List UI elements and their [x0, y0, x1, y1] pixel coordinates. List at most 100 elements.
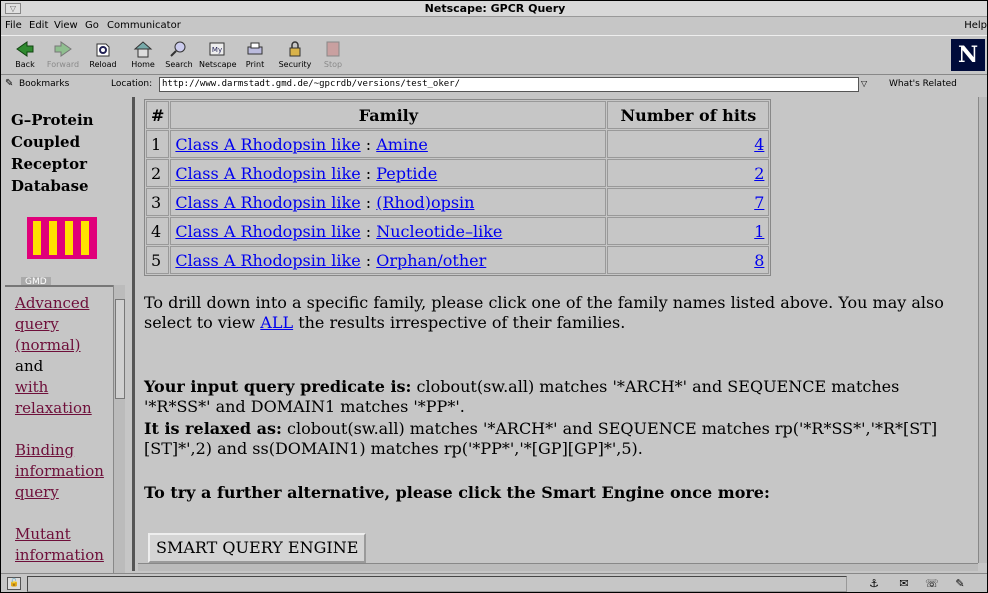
sidebar-scroll-thumb[interactable] [115, 299, 125, 399]
reload-button[interactable]: Reload [85, 38, 121, 74]
menu-edit[interactable]: Edit [29, 20, 48, 31]
family-cell: Class A Rhodopsin like : Nucleotide–like [170, 217, 607, 245]
security-label: Security [278, 60, 312, 69]
drill-text-after: the results irrespective of their famili… [293, 313, 626, 332]
table-header-row: # Family Number of hits [146, 101, 770, 129]
main-content-frame: # Family Number of hits 1 Class A Rhodop… [138, 97, 978, 563]
stop-button[interactable]: Stop [315, 38, 351, 74]
subfamily-link[interactable]: Peptide [376, 164, 437, 183]
sidebar-scrollbar[interactable] [113, 285, 125, 575]
left-navigation-frame: G–Protein Coupled Receptor Database GMD … [5, 97, 135, 575]
hits-cell: 4 [607, 130, 770, 158]
menu-go[interactable]: Go [85, 20, 99, 31]
col-header-family: Family [170, 101, 607, 129]
security-status-icon[interactable]: 🔓 [7, 577, 21, 590]
status-bar: 🔓 ⚓ ✉ ☏ ✎ [1, 573, 987, 592]
sidebar-link-relaxation[interactable]: with relaxation [15, 377, 92, 419]
mail-component-icon[interactable]: ✉ [893, 576, 915, 592]
hits-link[interactable]: 7 [754, 193, 764, 212]
class-link[interactable]: Class A Rhodopsin like [175, 222, 360, 241]
security-button[interactable]: Security [277, 38, 313, 74]
subfamily-link[interactable]: Nucleotide–like [376, 222, 502, 241]
window-title: Netscape: GPCR Query [424, 2, 566, 15]
gpcr-logo-icon [27, 217, 97, 259]
menu-communicator[interactable]: Communicator [107, 20, 181, 31]
forward-arrow-icon [54, 41, 72, 57]
family-cell: Class A Rhodopsin like : (Rhod)opsin [170, 188, 607, 216]
database-title: G–Protein Coupled Receptor Database [11, 111, 94, 195]
navigation-toolbar: Back Forward Reload Home Search My Netsc… [1, 35, 987, 75]
stop-icon [326, 41, 340, 57]
further-alternative-text: To try a further alternative, please cli… [144, 483, 770, 502]
class-link[interactable]: Class A Rhodopsin like [175, 251, 360, 270]
main-vertical-scrollbar[interactable] [978, 97, 987, 563]
subfamily-link[interactable]: Amine [376, 135, 428, 154]
class-link[interactable]: Class A Rhodopsin like [175, 193, 360, 212]
bookmarks-icon: ✎ [5, 78, 14, 89]
family-separator: : [360, 163, 377, 183]
search-label: Search [165, 60, 193, 69]
row-number: 4 [146, 217, 170, 245]
location-label: Location: [111, 79, 153, 89]
family-cell: Class A Rhodopsin like : Orphan/other [170, 246, 607, 274]
sidebar-link-advanced-query[interactable]: Advanced query (normal) [15, 293, 89, 356]
menu-bar: File Edit View Go Communicator Help [1, 18, 987, 34]
row-number: 2 [146, 159, 170, 187]
family-cell: Class A Rhodopsin like : Peptide [170, 159, 607, 187]
print-label: Print [245, 60, 265, 69]
netscape-button[interactable]: My Netscape [199, 38, 237, 74]
table-row: 4 Class A Rhodopsin like : Nucleotide–li… [146, 217, 770, 245]
row-number: 5 [146, 246, 170, 274]
view-all-link[interactable]: ALL [260, 313, 293, 332]
hits-link[interactable]: 8 [754, 251, 764, 270]
table-row: 1 Class A Rhodopsin like : Amine 4 [146, 130, 770, 158]
subfamily-link[interactable]: Orphan/other [376, 251, 486, 270]
query-predicate-text: Your input query predicate is: clobout(s… [144, 377, 964, 417]
svg-text:My: My [212, 46, 222, 54]
discussion-component-icon[interactable]: ☏ [921, 576, 943, 592]
sidebar-text-and: and [15, 357, 44, 375]
drill-down-instructions: To drill down into a specific family, pl… [144, 293, 964, 333]
predicate-label: Your input query predicate is: [144, 377, 412, 396]
hits-link[interactable]: 2 [754, 164, 764, 183]
search-button[interactable]: Search [161, 38, 197, 74]
class-link[interactable]: Class A Rhodopsin like [175, 135, 360, 154]
navigator-component-icon[interactable]: ⚓ [863, 576, 885, 592]
composer-component-icon[interactable]: ✎ [949, 576, 971, 592]
sidebar-link-mutant-info[interactable]: Mutant information [15, 524, 104, 566]
col-header-number: # [146, 101, 170, 129]
status-text-field [27, 576, 847, 592]
sidebar-links: Advanced query (normal) and with relaxat… [5, 285, 123, 575]
bookmarks-button[interactable]: Bookmarks [19, 79, 69, 89]
row-number: 3 [146, 188, 170, 216]
back-arrow-icon [16, 41, 34, 57]
col-header-hits: Number of hits [607, 101, 770, 129]
hits-cell: 2 [607, 159, 770, 187]
back-button[interactable]: Back [7, 38, 43, 74]
print-button[interactable]: Print [237, 38, 273, 74]
menu-file[interactable]: File [5, 20, 22, 31]
smart-query-engine-button[interactable]: SMART QUERY ENGINE [148, 533, 367, 563]
sidebar-link-binding-query[interactable]: Binding information query [15, 440, 104, 503]
menu-view[interactable]: View [54, 20, 78, 31]
main-horizontal-scrollbar[interactable] [138, 563, 978, 571]
family-separator: : [360, 221, 377, 241]
row-number: 1 [146, 130, 170, 158]
home-button[interactable]: Home [125, 38, 161, 74]
forward-button[interactable]: Forward [45, 38, 81, 74]
security-lock-icon [289, 41, 301, 57]
hits-link[interactable]: 4 [754, 135, 764, 154]
menu-help[interactable]: Help [964, 20, 987, 31]
family-separator: : [360, 192, 377, 212]
browser-window: ▽ Netscape: GPCR Query File Edit View Go… [0, 0, 988, 593]
whats-related-button[interactable]: What's Related [889, 79, 957, 89]
netscape-logo[interactable]: N [951, 39, 985, 71]
location-url-field[interactable]: http://www.darmstadt.gmd.de/~gpcrdb/vers… [159, 77, 859, 92]
subfamily-link[interactable]: (Rhod)opsin [376, 193, 474, 212]
hits-link[interactable]: 1 [754, 222, 764, 241]
location-dropdown-icon[interactable]: ▽ [861, 79, 871, 89]
class-link[interactable]: Class A Rhodopsin like [175, 164, 360, 183]
family-cell: Class A Rhodopsin like : Amine [170, 130, 607, 158]
search-icon [170, 41, 186, 57]
relaxed-label: It is relaxed as: [144, 419, 282, 438]
